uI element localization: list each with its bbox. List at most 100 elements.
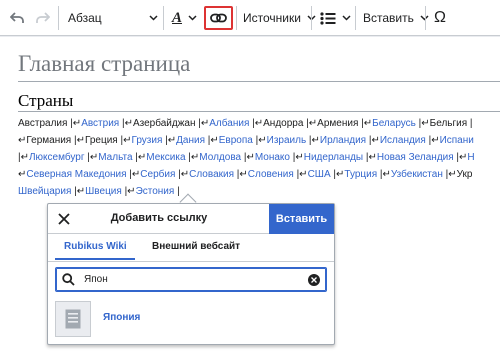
list-separator: |↵ [453,152,468,163]
page-title[interactable]: Главная страница [18,51,190,77]
country-link[interactable]: Австрия [81,118,119,129]
redo-icon [36,12,50,23]
country-link[interactable]: Узбекистан [391,169,443,180]
add-link-dialog: Добавить ссылку Вставить Rubikus Wiki Вн… [47,203,335,345]
country-link[interactable]: Нидерланды [304,152,363,163]
list-separator: |↵ [415,118,430,129]
country-link[interactable]: Дания [176,135,205,146]
list-separator: |↵ [442,169,457,180]
insert-dropdown[interactable]: Вставить [363,0,429,36]
country-link[interactable]: Сербия [140,169,175,180]
list-separator: |↵ [289,152,304,163]
country-link[interactable]: Испани [440,135,474,146]
country-link[interactable]: Турция [344,169,377,180]
country-link[interactable]: Н [467,152,474,163]
list-separator: |↵ [126,169,141,180]
country-link[interactable]: Люксембург [29,152,84,163]
country-link[interactable]: Израиль [267,135,307,146]
country-link[interactable]: Ирландия [320,135,366,146]
country-link[interactable]: Молдова [199,152,241,163]
toolbar-divider [355,6,356,30]
country-list: Австралия |↵Австрия |↵Азербайджан |↵Алба… [18,115,500,200]
editor-toolbar: Абзац A Источники Вставить Ω [0,0,500,36]
list-separator: |↵ [293,169,308,180]
country-link[interactable]: Словакия [189,169,234,180]
country-link[interactable]: Новая Зеландия [377,152,454,163]
country-link[interactable]: Албания [209,118,249,129]
section-divider [18,111,500,112]
country-link[interactable]: Монако [255,152,290,163]
list-separator: |↵ [71,186,86,197]
country-link[interactable]: Беларусь [372,118,416,129]
country-link[interactable]: Австралия [18,118,67,129]
clear-search-icon[interactable] [308,274,320,286]
cite-dropdown[interactable]: Источники [243,0,316,36]
list-separator: |↵ [366,135,380,146]
list-separator: |↵ [205,135,219,146]
list-separator: |↵ [132,152,147,163]
list-dropdown[interactable] [320,0,351,36]
link-icon [210,13,227,23]
tabs-divider [48,261,334,262]
omega-icon: Ω [434,9,446,26]
paragraph-format-label: Абзац [68,11,102,25]
text-style-dropdown[interactable]: A [172,0,197,36]
special-character-button[interactable]: Ω [434,0,446,36]
list-separator: |↵ [119,118,133,129]
toolbar-divider [425,6,426,30]
list-separator: |↵ [162,135,177,146]
list-separator: |↵ [18,152,29,163]
country-link[interactable]: Европа [219,135,253,146]
toolbar-divider [58,6,59,30]
country-link[interactable]: Мексика [146,152,185,163]
country-link[interactable]: Северная Македония [26,169,126,180]
toolbar-divider [311,6,312,30]
insert-link-button[interactable]: Вставить [269,204,334,234]
country-link[interactable]: Укр [457,169,473,180]
title-divider [18,81,500,82]
country-link[interactable]: Мальта [98,152,132,163]
country-link[interactable]: Грузия [131,135,162,146]
search-result-item[interactable]: Япония [48,298,334,342]
tab-external-website[interactable]: Внешний вебсайт [152,241,240,252]
link-button[interactable] [204,6,233,30]
country-link[interactable]: Бельгия [430,118,468,129]
country-link[interactable]: Швейцария [18,186,71,197]
section-heading[interactable]: Страны [18,91,73,111]
search-result-title[interactable]: Япония [103,312,140,323]
country-link[interactable]: Армения [317,118,358,129]
chevron-down-icon [188,15,197,21]
country-link[interactable]: США [308,169,331,180]
link-search-box[interactable] [55,267,327,292]
list-separator: | [467,118,473,129]
dialog-tabs: Rubikus Wiki Внешний вебсайт [48,235,334,261]
tab-internal-wiki[interactable]: Rubikus Wiki [64,241,127,252]
link-search-input[interactable] [84,271,284,288]
list-separator: |↵ [249,118,264,129]
country-link[interactable]: Азербайджан [133,118,196,129]
undo-icon [10,12,24,23]
chevron-down-icon [342,15,351,21]
bullet-list-icon [320,11,336,25]
chevron-down-icon [149,15,158,21]
country-list-line: |↵Люксембург |↵Мальта |↵Мексика |↵Молдов… [18,149,500,166]
list-separator: |↵ [330,169,345,180]
redo-button[interactable] [36,0,50,36]
list-separator: |↵ [175,169,190,180]
country-link[interactable]: Германия [26,135,71,146]
country-link[interactable]: Греция [85,135,118,146]
dialog-title: Добавить ссылку [110,212,208,224]
country-link[interactable]: Швеция [85,186,122,197]
country-link[interactable]: Исландия [380,135,426,146]
list-separator: |↵ [234,169,248,180]
list-separator: |↵ [306,135,320,146]
list-separator: |↵ [425,135,440,146]
country-link[interactable]: Андорра [263,118,303,129]
country-link[interactable]: Эстония [136,186,175,197]
list-separator: |↵ [121,186,136,197]
country-link[interactable]: Словения [248,169,294,180]
undo-button[interactable] [10,0,24,36]
paragraph-format-dropdown[interactable]: Абзац [68,0,158,36]
cite-label: Источники [243,11,301,25]
toolbar-divider [236,6,237,30]
